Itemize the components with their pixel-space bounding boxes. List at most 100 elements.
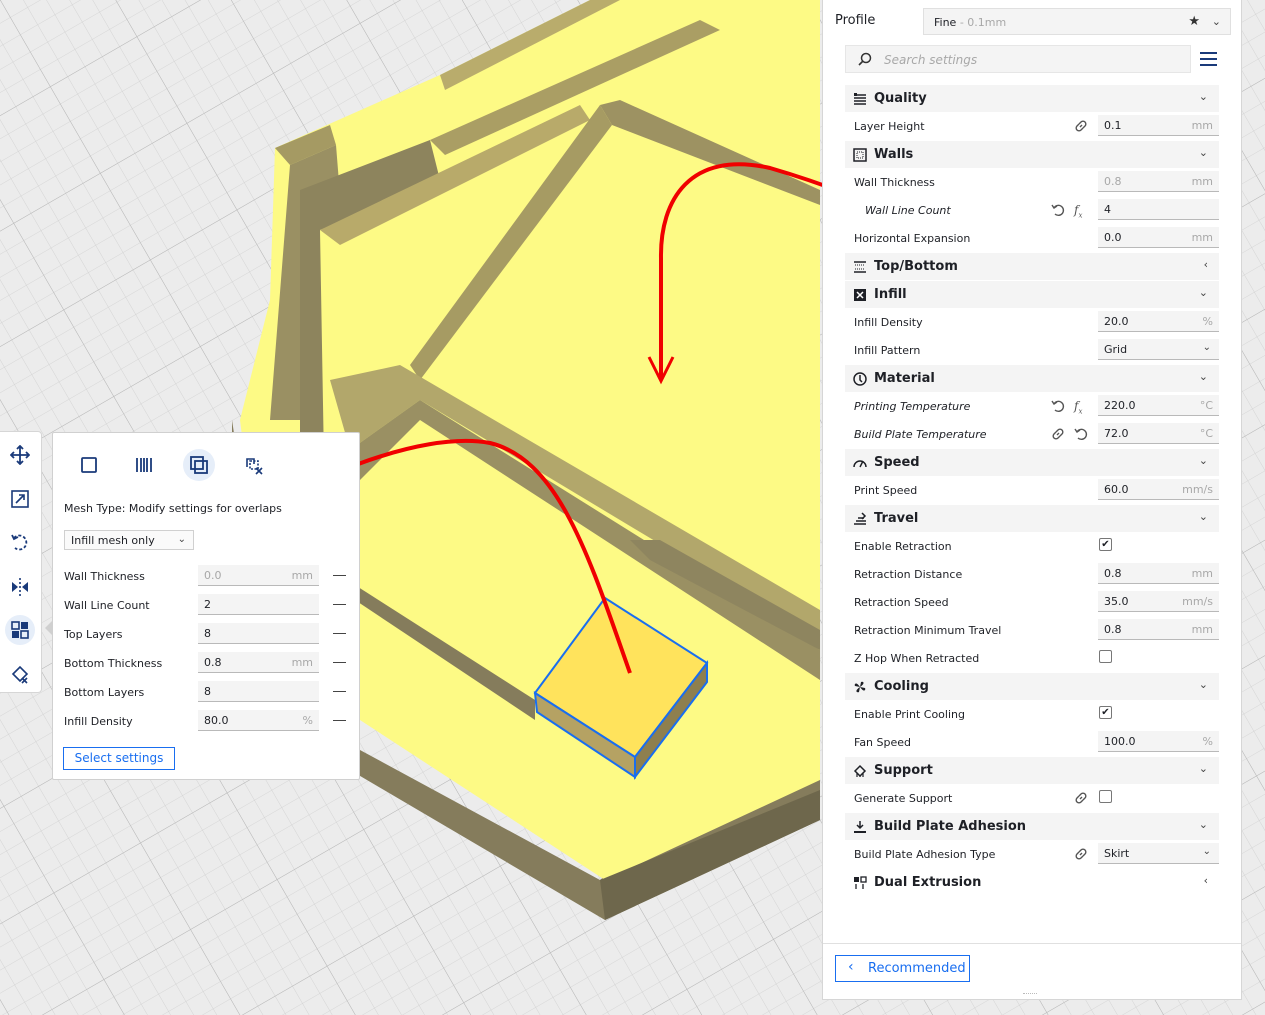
mesh-type-selector [73, 449, 270, 481]
search-settings-input[interactable]: Search settings [845, 45, 1191, 73]
pm-setting-label: Bottom Thickness [64, 657, 163, 670]
per-model-settings-tool-button[interactable] [5, 615, 35, 645]
mesh-type-support-button[interactable] [128, 449, 160, 481]
mesh-type-select[interactable]: Infill mesh only ⌄ [64, 530, 194, 550]
wall-thickness-field[interactable]: 0.8 mm [1098, 171, 1219, 192]
category-dual-extrusion[interactable]: Dual Extrusion ‹ [845, 869, 1219, 896]
move-icon [10, 445, 30, 465]
setting-build-plate-adhesion-type: Build Plate Adhesion Type Skirt ⌄ [854, 842, 1220, 866]
chevron-down-icon: ⌄ [1198, 510, 1208, 523]
pm-infill-density-field[interactable]: 80.0% [198, 710, 319, 731]
category-top-bottom[interactable]: Top/Bottom ‹ [845, 253, 1219, 280]
setting-fan-speed: Fan Speed 100.0% [854, 730, 1220, 754]
support-blocker-tool-button[interactable] [5, 659, 35, 689]
enable-retraction-checkbox[interactable]: ✔ [1099, 538, 1112, 551]
retraction-distance-field[interactable]: 0.8 mm [1098, 563, 1219, 584]
select-settings-button[interactable]: Select settings [63, 747, 175, 770]
function-icon[interactable]: fx [1074, 203, 1088, 219]
print-speed-field[interactable]: 60.0 mm/s [1098, 479, 1219, 500]
pm-setting-label: Top Layers [64, 628, 123, 641]
move-tool-button[interactable] [5, 440, 35, 470]
infill-density-field[interactable]: 20.0% [1098, 311, 1219, 332]
remove-setting-button[interactable] [333, 720, 346, 721]
link-icon [1075, 120, 1087, 132]
reset-icon[interactable] [1051, 203, 1065, 217]
recommended-button[interactable]: ‹ Recommended [835, 955, 970, 982]
infill-pattern-select[interactable]: Grid ⌄ [1098, 339, 1219, 360]
scale-tool-button[interactable] [5, 484, 35, 514]
rotate-tool-button[interactable] [5, 528, 35, 558]
star-icon: ★ [1188, 14, 1200, 29]
pm-bottom-layers-field[interactable]: 8 [198, 681, 319, 702]
z-hop-checkbox[interactable] [1099, 650, 1112, 663]
support-mesh-icon [136, 458, 152, 472]
enable-print-cooling-checkbox[interactable]: ✔ [1099, 706, 1112, 719]
mesh-type-anti-overhang-button[interactable] [238, 449, 270, 481]
chevron-down-icon: ⌄ [1198, 286, 1208, 299]
retraction-speed-field[interactable]: 35.0 mm/s [1098, 591, 1219, 612]
remove-setting-button[interactable] [333, 662, 346, 663]
reset-icon[interactable] [1051, 399, 1065, 413]
horizontal-expansion-field[interactable]: 0.0 mm [1098, 227, 1219, 248]
setting-infill-pattern: Infill Pattern Grid ⌄ [854, 338, 1220, 362]
remove-setting-button[interactable] [333, 633, 346, 634]
left-toolbar [0, 431, 42, 693]
profile-name: Fine [934, 16, 957, 29]
chevron-down-icon: ⌄ [1198, 370, 1208, 383]
mirror-tool-button[interactable] [5, 572, 35, 602]
category-quality[interactable]: Quality ⌄ [845, 85, 1219, 112]
remove-setting-button[interactable] [333, 604, 346, 605]
pm-wall-line-count-field[interactable]: 2 [198, 594, 319, 615]
category-walls[interactable]: Walls ⌄ [845, 141, 1219, 168]
pm-setting-label: Wall Thickness [64, 570, 145, 583]
chevron-down-icon: ⌄ [1202, 846, 1211, 857]
category-cooling[interactable]: Cooling ⌄ [845, 673, 1219, 700]
mirror-icon [12, 578, 28, 596]
pm-setting-label: Bottom Layers [64, 686, 145, 699]
chevron-down-icon: ⌄ [177, 534, 186, 545]
fan-speed-field[interactable]: 100.0% [1098, 731, 1219, 752]
pm-wall-thickness-field[interactable]: 0.0 mm [198, 565, 319, 586]
resize-handle[interactable] [1023, 993, 1037, 996]
fan-icon [854, 681, 866, 693]
link-icon [1075, 792, 1087, 804]
chevron-left-icon: ‹ [848, 959, 854, 975]
build-plate-temperature-field[interactable]: 72.0 °C [1098, 423, 1219, 444]
printing-temperature-field[interactable]: 220.0 °C [1098, 395, 1219, 416]
dual-extrusion-icon [854, 876, 867, 889]
adhesion-icon [854, 821, 866, 833]
retraction-minimum-travel-field[interactable]: 0.8 mm [1098, 619, 1219, 640]
material-icon [853, 372, 867, 386]
mesh-type-overlap-button[interactable] [183, 449, 215, 481]
chevron-down-icon: ⌄ [1198, 90, 1208, 103]
layer-height-field[interactable]: 0.1 mm [1098, 115, 1219, 136]
pm-row-wall-thickness: Wall Thickness 0.0 mm [64, 565, 354, 587]
category-speed[interactable]: Speed ⌄ [845, 449, 1219, 476]
scale-icon [11, 490, 29, 508]
chevron-down-icon: ⌄ [1198, 454, 1208, 467]
panel-divider [823, 943, 1241, 944]
travel-icon [854, 512, 867, 525]
category-infill[interactable]: Infill ⌄ [845, 281, 1219, 308]
wall-line-count-field[interactable]: 4 [1098, 199, 1219, 220]
profile-label: Profile [835, 13, 876, 28]
pm-top-layers-field[interactable]: 8 [198, 623, 319, 644]
pm-bottom-thickness-field[interactable]: 0.8 mm [198, 652, 319, 673]
print-settings-panel: Profile Fine - 0.1mm ★ ⌄ Search settings… [822, 0, 1242, 1000]
remove-setting-button[interactable] [333, 691, 346, 692]
category-build-plate-adhesion[interactable]: Build Plate Adhesion ⌄ [845, 813, 1219, 840]
mesh-type-normal-button[interactable] [73, 449, 105, 481]
category-material[interactable]: Material ⌄ [845, 365, 1219, 392]
profile-select[interactable]: Fine - 0.1mm ★ ⌄ [923, 8, 1231, 35]
rotate-icon [11, 534, 28, 551]
remove-setting-button[interactable] [333, 575, 346, 576]
category-travel[interactable]: Travel ⌄ [845, 505, 1219, 532]
function-icon[interactable]: fx [1074, 399, 1088, 415]
setting-infill-density: Infill Density 20.0% [854, 310, 1220, 334]
reset-icon[interactable] [1074, 427, 1088, 441]
generate-support-checkbox[interactable] [1099, 790, 1112, 803]
category-support[interactable]: Support ⌄ [845, 757, 1219, 784]
walls-icon [853, 148, 867, 162]
settings-menu-button[interactable] [1200, 52, 1217, 66]
adhesion-type-select[interactable]: Skirt ⌄ [1098, 843, 1219, 864]
